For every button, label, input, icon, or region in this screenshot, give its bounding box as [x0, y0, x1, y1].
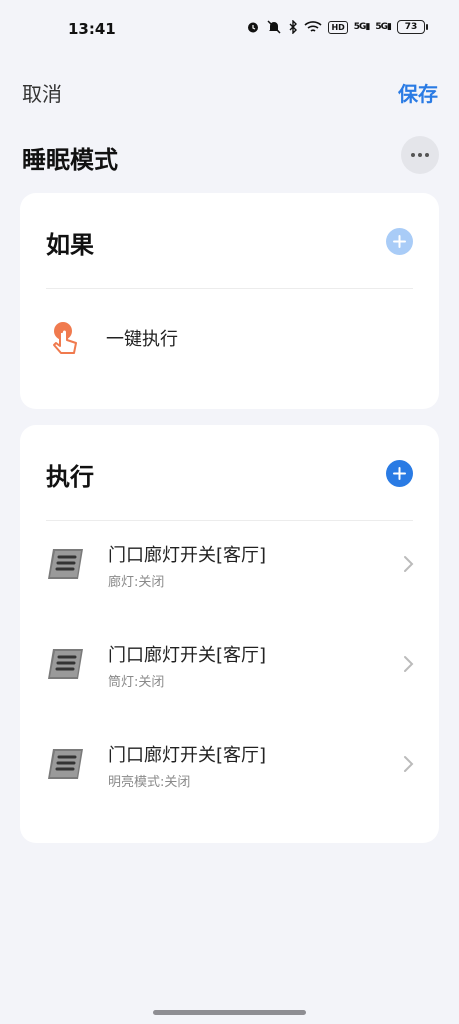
plus-icon [393, 235, 406, 248]
signal-icon-2: 5G▮ [375, 22, 392, 32]
alarm-icon [246, 20, 260, 34]
add-action-button[interactable] [386, 460, 413, 487]
if-card: 如果 一键执行 [20, 193, 439, 409]
top-bar: 取消 保存 [0, 72, 459, 108]
action-detail: 廊灯:关闭 [108, 575, 165, 590]
home-indicator[interactable] [153, 1010, 306, 1015]
bluetooth-icon [288, 20, 298, 34]
chevron-right-icon [404, 556, 414, 572]
page-title[interactable]: 睡眠模式 [22, 140, 118, 175]
status-time: 13:41 [68, 20, 116, 38]
more-dot-icon [411, 153, 415, 157]
more-dot-icon [425, 153, 429, 157]
chevron-right-icon [404, 656, 414, 672]
trigger-label: 一键执行 [106, 329, 178, 350]
save-button[interactable]: 保存 [398, 78, 438, 107]
action-detail: 明亮模式:关闭 [108, 775, 191, 790]
action-item[interactable]: 门口廊灯开关[客厅] 明亮模式:关闭 [46, 735, 416, 795]
plus-icon [393, 467, 406, 480]
switch-panel-icon [48, 649, 83, 679]
action-item[interactable]: 门口廊灯开关[客厅] 筒灯:关闭 [46, 635, 416, 695]
cancel-button[interactable]: 取消 [22, 78, 62, 107]
more-dot-icon [418, 153, 422, 157]
hd-badge: HD [328, 20, 348, 34]
action-device-name: 门口廊灯开关[客厅] [108, 545, 267, 566]
chevron-right-icon [404, 756, 414, 772]
action-device-name: 门口廊灯开关[客厅] [108, 645, 267, 666]
do-divider [46, 520, 413, 521]
if-divider [46, 288, 413, 289]
tap-hand-icon [53, 322, 77, 354]
status-bar: 13:41 HD 5G▮ 5G▮ 73 [0, 0, 459, 60]
wifi-icon [304, 20, 322, 34]
action-device-name: 门口廊灯开关[客厅] [108, 745, 267, 766]
action-item[interactable]: 门口廊灯开关[客厅] 廊灯:关闭 [46, 535, 416, 595]
action-detail: 筒灯:关闭 [108, 675, 165, 690]
switch-panel-icon [48, 749, 83, 779]
add-trigger-button[interactable] [386, 228, 413, 255]
if-section-title: 如果 [46, 231, 94, 259]
status-icons: HD 5G▮ 5G▮ 73 [246, 20, 428, 34]
more-options-button[interactable] [401, 136, 439, 174]
signal-icon-1: 5G▮ [353, 22, 371, 32]
trigger-item[interactable]: 一键执行 [46, 313, 416, 363]
do-section-title: 执行 [46, 463, 94, 491]
mute-bell-icon [266, 20, 282, 34]
do-card: 执行 门口廊灯开关[客厅] 廊灯:关闭 门口廊灯开关[客厅] 筒灯:关闭 门口廊… [20, 425, 439, 843]
battery-icon: 73 [397, 20, 428, 34]
switch-panel-icon [48, 549, 83, 579]
